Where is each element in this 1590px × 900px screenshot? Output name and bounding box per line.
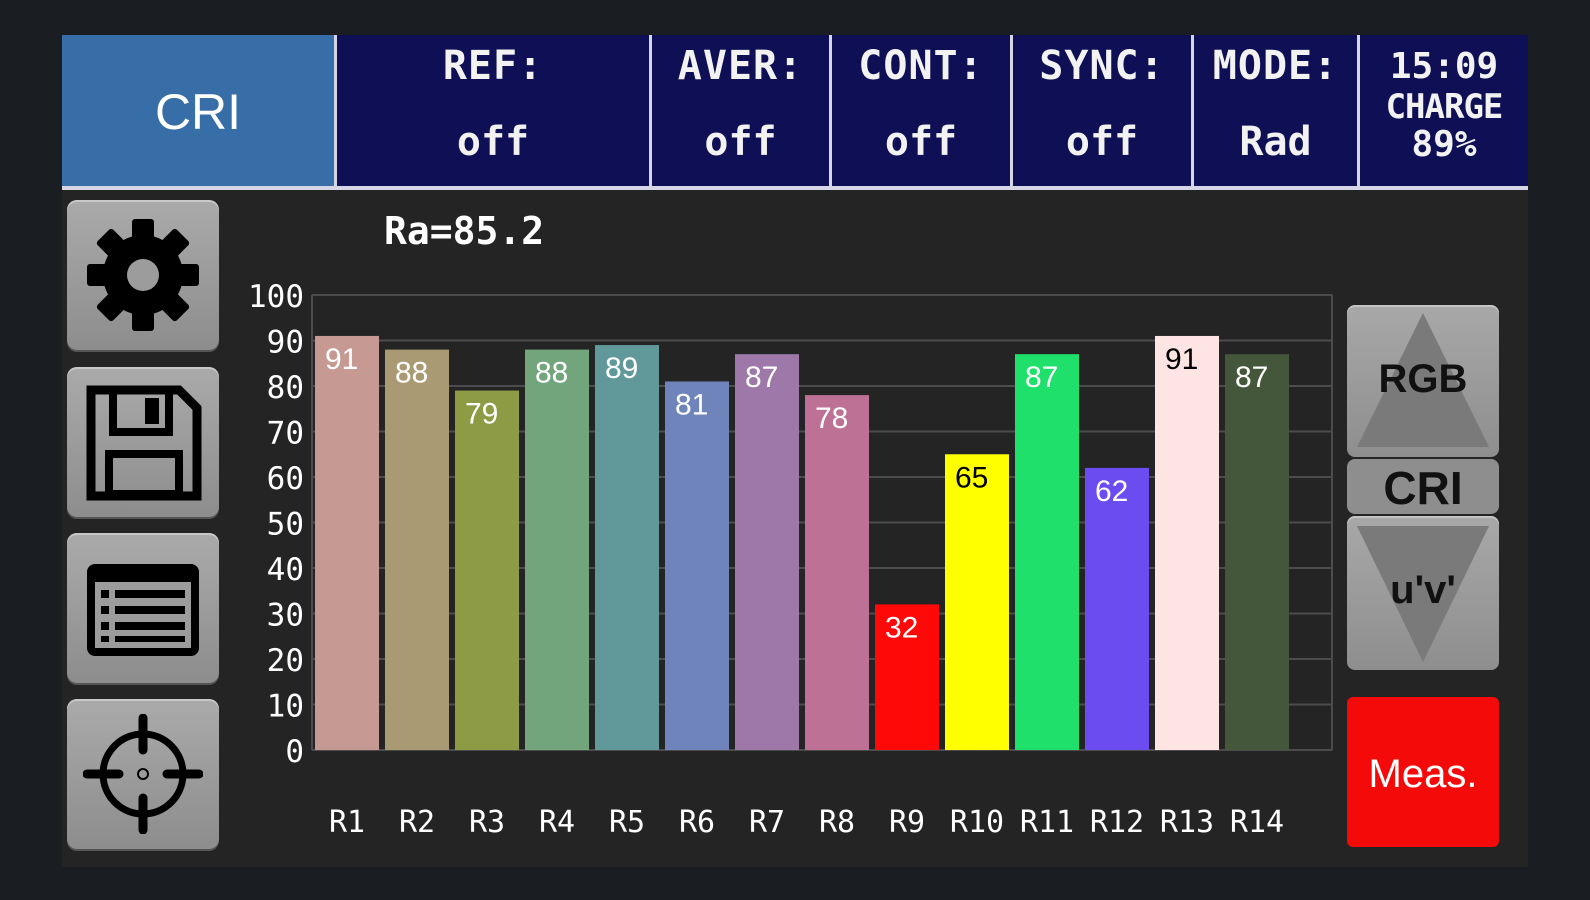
bar-R2 [385, 349, 449, 750]
x-tick-label: R12 [1090, 805, 1144, 840]
cont-status[interactable]: CONT: off [832, 35, 1010, 188]
x-tick-label: R8 [819, 805, 855, 840]
x-tick-label: R10 [950, 805, 1004, 840]
bar-value-label: 79 [465, 398, 498, 431]
time-charge-status: 15:09 CHARGE 89% [1360, 35, 1528, 188]
clock-time: 15:09 [1389, 46, 1499, 87]
crosshair-icon [83, 714, 203, 834]
bar-R12 [1085, 467, 1149, 750]
measure-button-label: Meas. [1368, 752, 1478, 796]
device-screen: CRI REF: off AVER: off CONT: off SYNC: o… [62, 35, 1528, 867]
y-tick-label: 70 [267, 416, 304, 452]
bar-R8 [805, 395, 869, 750]
x-tick-label: R3 [469, 805, 505, 840]
uv-label: u'v' [1390, 568, 1456, 612]
floppy-disk-icon [86, 385, 202, 501]
x-axis-ticks: R1 R2 R3 R4 R5 R6 R7 R8 R9 R10 R11 R12 R13 R14 [329, 805, 1284, 840]
y-tick-label: 90 [267, 325, 304, 361]
x-tick-label: R1 [329, 805, 365, 840]
bar-value-label: 88 [535, 357, 568, 390]
bar-R6 [665, 381, 729, 750]
cont-label: CONT: [858, 43, 984, 89]
y-axis-ticks: 0 10 20 30 40 50 60 70 80 90 100 [248, 279, 304, 770]
cri-center-label-box: CRI [1347, 459, 1499, 514]
cont-value: off [884, 119, 958, 165]
y-tick-label: 60 [267, 461, 304, 497]
rgb-label: RGB [1378, 357, 1468, 401]
bar-value-label: 87 [745, 361, 778, 394]
bar-value-label: 87 [1025, 361, 1058, 394]
sync-value: off [1065, 119, 1139, 165]
rgb-up-button[interactable]: RGB [1347, 305, 1499, 457]
bar-value-label: 65 [955, 461, 988, 494]
x-tick-label: R7 [749, 805, 785, 840]
bar-R11 [1015, 354, 1079, 750]
bar-R14 [1225, 354, 1289, 750]
y-tick-label: 20 [267, 643, 304, 679]
bar-value-label: 62 [1095, 475, 1128, 508]
bar-value-label: 32 [885, 611, 918, 644]
bar-value-label: 87 [1235, 361, 1268, 394]
sync-label: SYNC: [1039, 43, 1165, 89]
bar-R13 [1155, 335, 1219, 750]
x-tick-label: R13 [1160, 805, 1214, 840]
y-tick-label: 50 [267, 507, 304, 543]
aver-value: off [704, 119, 777, 165]
charge-value: 89% [1411, 124, 1477, 165]
mode-value: Rad [1239, 119, 1312, 165]
y-tick-label: 80 [267, 370, 304, 406]
uv-down-button[interactable]: u'v' [1347, 516, 1499, 670]
x-tick-label: R14 [1230, 805, 1284, 840]
bar-value-label: 89 [605, 352, 638, 385]
cri-center-label: CRI [1383, 462, 1463, 514]
header-bottom-border [62, 186, 1528, 190]
ref-label: REF: [442, 43, 544, 89]
status-header: CRI REF: off AVER: off CONT: off SYNC: o… [62, 35, 1528, 190]
bar-R7 [735, 354, 799, 750]
bar-value-label: 91 [325, 343, 358, 376]
y-tick-label: 40 [267, 552, 304, 588]
chart-bars: 91 88 79 88 89 81 87 78 32 65 87 62 91 87 [315, 335, 1289, 750]
mode-tab-cri[interactable]: CRI [62, 35, 334, 188]
y-tick-label: 30 [267, 598, 304, 634]
bar-R10 [945, 454, 1009, 750]
chart-title: Ra=85.2 [384, 209, 544, 253]
mode-status[interactable]: MODE: Rad [1194, 35, 1357, 188]
sync-status[interactable]: SYNC: off [1013, 35, 1191, 188]
list-icon [87, 564, 199, 656]
display-mode-switcher: RGB CRI u'v' [1347, 305, 1499, 670]
save-button[interactable] [67, 367, 219, 517]
measure-button[interactable]: Meas. [1347, 697, 1499, 847]
bar-value-label: 91 [1165, 343, 1198, 376]
bar-R3 [455, 390, 519, 750]
y-tick-label: 10 [267, 689, 304, 725]
bar-value-label: 78 [815, 402, 848, 435]
target-button[interactable] [67, 699, 219, 849]
y-tick-label: 100 [248, 279, 304, 315]
gear-icon [87, 219, 199, 331]
aver-status[interactable]: AVER: off [652, 35, 829, 188]
x-tick-label: R5 [609, 805, 645, 840]
list-button[interactable] [67, 533, 219, 683]
aver-label: AVER: [677, 43, 804, 89]
x-tick-label: R9 [889, 805, 925, 840]
y-tick-label: 0 [285, 734, 304, 770]
ref-value: off [456, 119, 530, 165]
mode-label: MODE: [1212, 43, 1339, 89]
x-tick-label: R6 [679, 805, 715, 840]
settings-button[interactable] [67, 200, 219, 350]
bar-R4 [525, 349, 589, 750]
x-tick-label: R4 [539, 805, 575, 840]
cri-bar-chart: Ra=85.2 0 10 20 30 40 50 60 70 80 90 100 91 88 79 88 8… [248, 209, 1333, 840]
bar-R1 [315, 335, 379, 750]
mode-tab-label: CRI [154, 84, 242, 140]
x-tick-label: R2 [399, 805, 435, 840]
bar-value-label: 88 [395, 357, 428, 390]
x-tick-label: R11 [1020, 805, 1074, 840]
bar-value-label: 81 [675, 388, 708, 421]
ref-status[interactable]: REF: off [337, 35, 649, 188]
charge-label: CHARGE [1385, 87, 1504, 127]
bar-R5 [595, 345, 659, 750]
